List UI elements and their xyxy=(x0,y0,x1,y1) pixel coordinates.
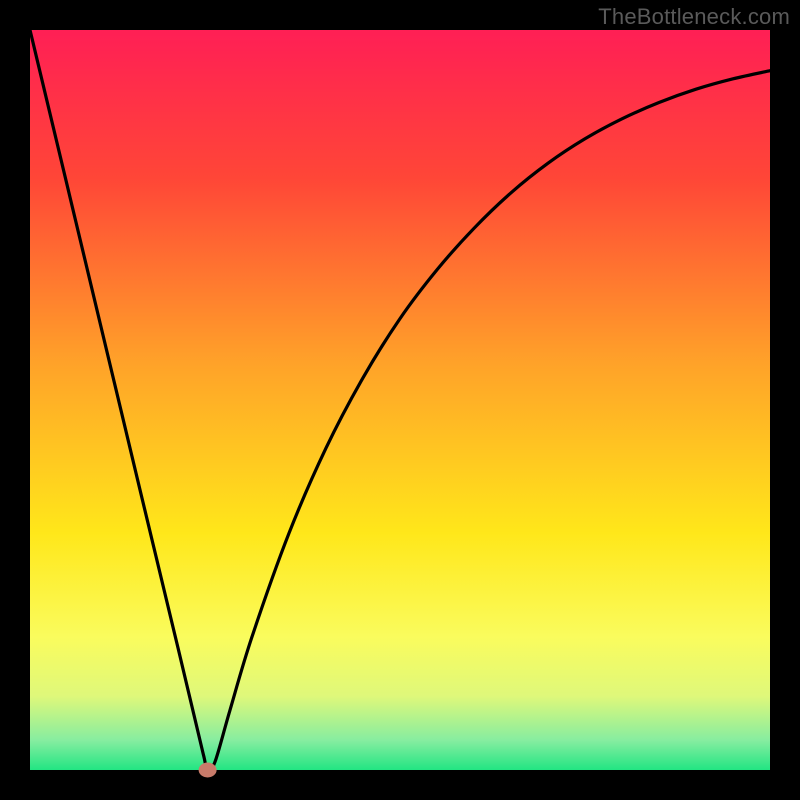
chart-frame: TheBottleneck.com xyxy=(0,0,800,800)
marker-dot xyxy=(199,763,217,778)
chart-svg xyxy=(0,0,800,800)
watermark-text: TheBottleneck.com xyxy=(598,4,790,30)
